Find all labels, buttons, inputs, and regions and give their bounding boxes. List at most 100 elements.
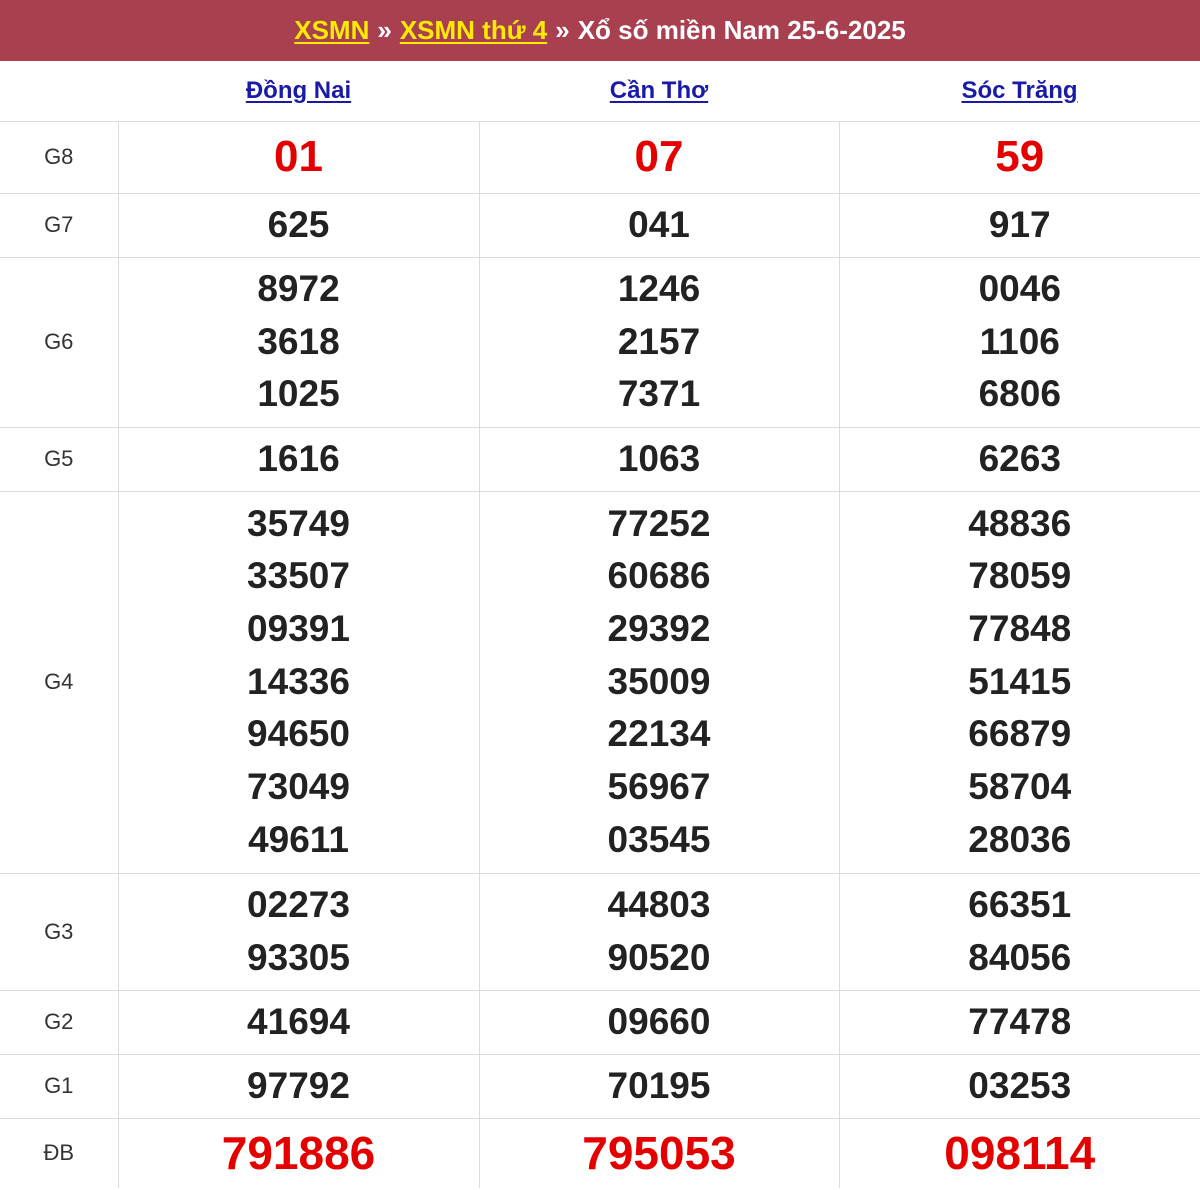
prize-row-g7: G7 625 041 917 [0,192,1200,257]
result-number: 22134 [607,713,711,755]
result-number: 03253 [968,1064,1072,1106]
prize-row-g5: G5 1616 1063 6263 [0,426,1200,491]
result-number: 041 [628,203,690,245]
result-number: 44803 [607,883,711,925]
prize-cell: 0046 1106 6806 [838,256,1200,427]
result-number: 73049 [247,766,350,808]
result-number: 35009 [607,660,711,702]
result-number: 77252 [607,502,711,544]
prize-cell: 02273 93305 [117,872,479,990]
result-number: 51415 [968,660,1072,702]
result-number: 58704 [968,766,1072,808]
result-number: 77478 [968,1000,1072,1042]
result-number: 917 [988,203,1051,245]
result-number: 1106 [979,320,1060,362]
prize-cell: 1616 [117,426,479,491]
jackpot-number: 791886 [221,1126,376,1179]
result-number: 94650 [247,713,350,755]
prize-row-g3: G3 02273 93305 44803 90520 66351 84056 [0,872,1200,990]
result-number: 1063 [617,437,701,479]
result-number: 97792 [247,1064,350,1106]
results-table: Đồng Nai Cần Thơ Sóc Trăng G8 01 07 59 G… [0,61,1200,1188]
page-header: XSMN » XSMN thứ 4 » Xổ số miền Nam 25-6-… [0,0,1200,61]
result-number: 0046 [978,267,1061,309]
province-link-dong-nai[interactable]: Đồng Nai [246,77,351,104]
result-number: 49611 [248,818,349,860]
prize-cell: 795053 [478,1117,839,1188]
prize-cell: 44803 90520 [478,872,839,990]
result-number: 66351 [968,883,1072,925]
result-number: 41694 [247,1000,350,1042]
prize-label: G5 [0,426,118,491]
result-number: 7371 [617,373,701,415]
prize-cell: 41694 [117,989,479,1054]
result-number: 33507 [247,555,350,597]
breadcrumb-separator: » [377,15,392,45]
breadcrumb-separator: » [555,15,570,45]
prize-cell: 77478 [838,989,1200,1054]
prize-row-g6: G6 8972 3618 1025 1246 2157 7371 0046 11… [0,256,1200,427]
result-number: 56967 [607,766,711,808]
prize-cell: 6263 [838,426,1200,491]
prize-row-g1: G1 97792 70195 03253 [0,1053,1200,1118]
jackpot-number: 098114 [944,1126,1096,1179]
result-number: 60686 [607,555,711,597]
prize-cell: 041 [478,192,839,257]
prize-label: G3 [0,872,118,990]
prize-label: G8 [0,120,118,193]
province-link-soc-trang[interactable]: Sóc Trăng [961,77,1077,104]
result-number: 01 [274,131,323,181]
prize-row-g2: G2 41694 09660 77478 [0,989,1200,1054]
result-number: 1025 [257,373,340,415]
result-number: 28036 [968,818,1072,860]
result-number: 93305 [247,936,350,978]
result-number: 2157 [617,320,701,362]
province-header-row: Đồng Nai Cần Thơ Sóc Trăng [0,61,1200,122]
result-number: 625 [267,203,330,245]
prize-cell: 97792 [117,1053,479,1118]
result-number: 6263 [978,437,1061,479]
prize-cell: 35749 33507 09391 14336 94650 73049 4961… [117,490,479,873]
result-number: 78059 [968,555,1072,597]
result-number: 6806 [978,373,1061,415]
prize-cell: 917 [838,192,1200,257]
prize-cell: 59 [838,120,1200,193]
prize-cell: 01 [117,120,479,193]
prize-cell: 8972 3618 1025 [117,256,479,427]
result-number: 90520 [607,936,711,978]
result-number: 07 [634,131,684,181]
prize-label: G6 [0,256,118,427]
prize-cell: 48836 78059 77848 51415 66879 58704 2803… [838,490,1200,873]
prize-cell: 77252 60686 29392 35009 22134 56967 0354… [478,490,839,873]
page-title: Xổ số miền Nam 25-6-2025 [577,15,906,45]
result-number: 8972 [257,267,340,309]
prize-cell: 791886 [117,1117,479,1188]
result-number: 03545 [607,818,711,860]
result-number: 59 [995,131,1045,181]
xsmn-wednesday-link[interactable]: XSMN thứ 4 [400,15,547,46]
prize-cell: 66351 84056 [838,872,1200,990]
header-empty-cell [0,61,118,122]
xsmn-link[interactable]: XSMN [294,15,369,46]
result-number: 29392 [607,607,711,649]
province-link-can-tho[interactable]: Cần Thơ [610,77,708,104]
prize-label: G2 [0,989,118,1054]
prize-label: ĐB [0,1117,118,1188]
result-number: 48836 [968,502,1072,544]
result-number: 1246 [617,267,701,309]
prize-label: G7 [0,192,118,257]
result-number: 66879 [968,713,1072,755]
prize-cell: 07 [478,120,839,193]
prize-label: G4 [0,490,118,873]
result-number: 02273 [247,883,350,925]
prize-cell: 098114 [838,1117,1200,1188]
prize-label: G1 [0,1053,118,1118]
result-number: 09391 [247,607,350,649]
result-number: 84056 [968,936,1072,978]
prize-cell: 09660 [478,989,839,1054]
prize-row-g4: G4 35749 33507 09391 14336 94650 73049 4… [0,490,1200,873]
result-number: 3618 [257,320,340,362]
prize-cell: 03253 [838,1053,1200,1118]
prize-row-g8: G8 01 07 59 [0,120,1200,193]
prize-cell: 1063 [478,426,839,491]
